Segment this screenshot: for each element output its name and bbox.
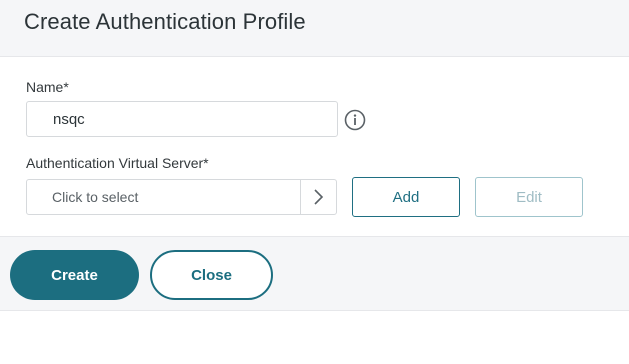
close-button[interactable]: Close [150, 250, 273, 300]
dialog-title: Create Authentication Profile [24, 9, 306, 34]
create-button[interactable]: Create [10, 250, 139, 300]
dialog-header: Create Authentication Profile [0, 0, 629, 57]
add-button[interactable]: Add [352, 177, 460, 217]
dialog-footer: Create Close [0, 236, 629, 311]
select-divider [300, 180, 301, 214]
vserver-label: Authentication Virtual Server* [26, 155, 209, 171]
edit-button[interactable]: Edit [475, 177, 583, 217]
name-label: Name* [26, 79, 69, 95]
dialog-body: Name* Authentication Virtual Server* Cli… [0, 57, 629, 236]
create-authentication-profile-dialog: Create Authentication Profile Name* Auth… [0, 0, 629, 364]
vserver-select-placeholder: Click to select [52, 189, 139, 205]
name-input[interactable] [26, 101, 338, 137]
vserver-select[interactable]: Click to select [26, 179, 337, 215]
chevron-right-icon[interactable] [309, 188, 327, 206]
info-icon[interactable] [344, 109, 366, 131]
